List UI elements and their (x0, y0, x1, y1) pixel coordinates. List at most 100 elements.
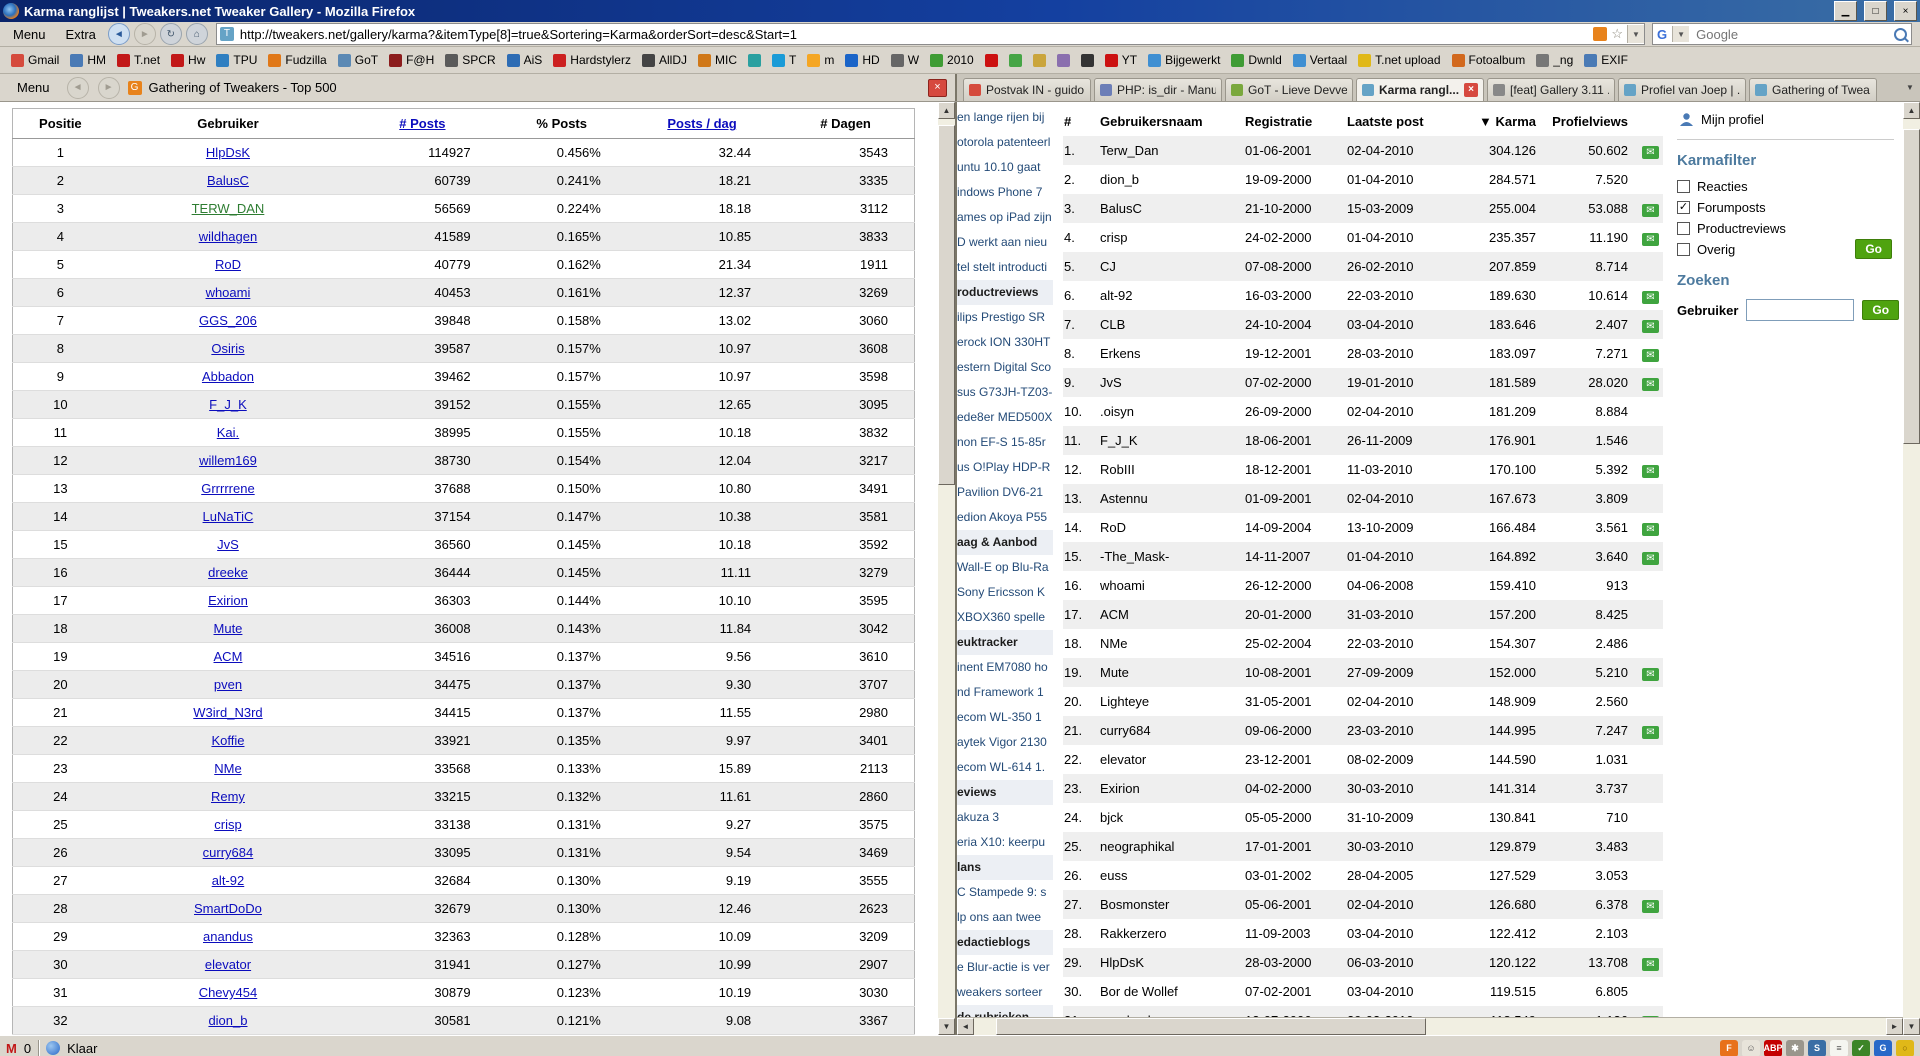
news-link[interactable]: estern Digital Sco (957, 355, 1053, 380)
popup-close-button[interactable]: × (928, 78, 947, 97)
news-link[interactable]: eria X10: keerpu (957, 830, 1053, 855)
checkbox-forumposts[interactable]: ✓ (1677, 201, 1690, 214)
news-link[interactable]: ecom WL-614 1. (957, 755, 1053, 780)
user-link[interactable]: F_J_K (209, 397, 247, 412)
news-link[interactable]: C Stampede 9: s (957, 880, 1053, 905)
mail-icon[interactable]: ✉ (1642, 551, 1659, 565)
mail-icon[interactable]: ✉ (1642, 232, 1659, 246)
mail-icon[interactable]: ✉ (1642, 957, 1659, 971)
bookmark-item[interactable]: Gmail (6, 51, 64, 69)
news-link[interactable]: non EF-S 15-85r (957, 430, 1053, 455)
hscroll-track[interactable] (974, 1018, 1886, 1035)
bookmark-item[interactable]: HM (65, 51, 111, 69)
news-link[interactable]: untu 10.10 gaat (957, 155, 1053, 180)
mail-icon[interactable]: ✉ (1642, 667, 1659, 681)
maximize-button[interactable]: □ (1864, 1, 1887, 21)
bookmark-item[interactable]: Fotoalbum (1447, 51, 1531, 69)
main-scrollbar[interactable]: ▲ ▼ (1903, 102, 1920, 1035)
user-link[interactable]: LuNaTiC (203, 509, 254, 524)
menu-menu[interactable]: Menu (4, 25, 55, 44)
user-link[interactable]: dion_b (208, 1013, 247, 1028)
user-link[interactable]: SmartDoDo (194, 901, 262, 916)
tab[interactable]: Profiel van Joep | ... (1618, 78, 1746, 101)
news-link[interactable]: weakers sorteer (957, 980, 1053, 1005)
tab[interactable]: GoT - Lieve Devver... (1225, 78, 1353, 101)
user-link[interactable]: Osiris (211, 341, 244, 356)
user-link[interactable]: curry684 (203, 845, 254, 860)
reload-button[interactable]: ↻ (159, 23, 182, 45)
tab[interactable]: PHP: is_dir - Manual (1094, 78, 1222, 101)
checkbox-reacties[interactable] (1677, 180, 1690, 193)
bookmark-item[interactable]: _ng (1531, 51, 1578, 69)
gmail-notifier-icon[interactable]: M (6, 1041, 17, 1056)
bookmark-item[interactable]: Fudzilla (263, 51, 331, 69)
scroll-right-button[interactable]: ► (1886, 1018, 1903, 1035)
mail-icon[interactable]: ✉ (1642, 522, 1659, 536)
google-logo-icon[interactable]: G (1657, 27, 1667, 42)
popup-scroll-track[interactable] (938, 119, 955, 1018)
news-link[interactable]: inent EM7080 ho (957, 655, 1053, 680)
news-link[interactable]: D werkt aan nieu (957, 230, 1053, 255)
back-button[interactable]: ◄ (107, 23, 130, 45)
news-link[interactable]: otorola patenteerl (957, 130, 1053, 155)
globe-icon[interactable]: G (1874, 1039, 1892, 1056)
user-link[interactable]: W3ird_N3rd (193, 705, 262, 720)
checkbox-productreviews[interactable] (1677, 222, 1690, 235)
user-link[interactable]: JvS (217, 537, 239, 552)
user-link[interactable]: GGS_206 (199, 313, 257, 328)
popup-menu[interactable]: Menu (8, 78, 59, 97)
user-link[interactable]: elevator (205, 957, 251, 972)
news-link[interactable]: aytek Vigor 2130 (957, 730, 1053, 755)
scroll-left-button[interactable]: ◄ (957, 1018, 974, 1035)
page-icon[interactable]: ≡ (1830, 1039, 1848, 1056)
main-scroll-track[interactable] (1903, 119, 1920, 1018)
bookmark-item[interactable]: EXIF (1579, 51, 1633, 69)
popup-scrollbar[interactable]: ▲ ▼ (938, 102, 955, 1035)
bookmark-item[interactable]: Bijgewerkt (1143, 51, 1225, 69)
url-input[interactable] (237, 25, 1590, 43)
gear-icon[interactable]: ✱ (1786, 1039, 1804, 1056)
wot-icon[interactable]: ○ (1896, 1039, 1914, 1056)
tab-close-button[interactable]: × (1464, 83, 1478, 97)
bookmark-item[interactable]: Dwnld (1226, 51, 1286, 69)
user-link[interactable]: pven (214, 677, 242, 692)
news-link[interactable]: ecom WL-350 1 (957, 705, 1053, 730)
bookmark-item[interactable]: SPCR (440, 51, 500, 69)
mail-icon[interactable]: ✉ (1642, 377, 1659, 391)
news-link[interactable]: sus G73JH-TZ03- (957, 380, 1053, 405)
forward-button[interactable]: ► (133, 23, 156, 45)
user-link[interactable]: Abbadon (202, 369, 254, 384)
bookmark-item[interactable]: AllDJ (637, 51, 692, 69)
close-button[interactable]: × (1894, 1, 1917, 21)
checkbox-overig[interactable] (1677, 243, 1690, 256)
user-link[interactable]: Koffie (211, 733, 244, 748)
mail-icon[interactable]: ✉ (1642, 899, 1659, 913)
news-link[interactable]: XBOX360 spelle (957, 605, 1053, 630)
mail-icon[interactable]: ✉ (1642, 464, 1659, 478)
user-link[interactable]: HlpDsK (206, 145, 250, 160)
bookmark-item[interactable]: T (767, 51, 801, 69)
news-link[interactable]: erock ION 330HT (957, 330, 1053, 355)
scroll-down-button[interactable]: ▼ (938, 1018, 955, 1035)
bookmark-item[interactable]: T.net (112, 51, 165, 69)
mail-icon[interactable]: ✉ (1642, 203, 1659, 217)
gebruiker-input[interactable] (1746, 299, 1855, 321)
user-link[interactable]: Exirion (208, 593, 248, 608)
bookmark-item[interactable]: m (802, 51, 839, 69)
user-link[interactable]: alt-92 (212, 873, 245, 888)
user-link[interactable]: wildhagen (199, 229, 258, 244)
main-scroll-up-button[interactable]: ▲ (1903, 102, 1920, 119)
scroll-up-button[interactable]: ▲ (938, 102, 955, 119)
bookmark-star-icon[interactable]: ☆ (1611, 27, 1623, 41)
stylish-icon[interactable]: S (1808, 1039, 1826, 1056)
bookmark-item[interactable] (1028, 52, 1051, 69)
popup-scroll-thumb[interactable] (938, 125, 955, 485)
horizontal-scrollbar[interactable]: ◄ ► (957, 1017, 1903, 1035)
main-scroll-thumb[interactable] (1903, 129, 1920, 444)
user-link[interactable]: Grrrrrene (201, 481, 254, 496)
bookmark-item[interactable]: MIC (693, 51, 742, 69)
user-link[interactable]: Kai. (217, 425, 239, 440)
news-link[interactable]: us O!Play HDP-R (957, 455, 1053, 480)
bookmark-item[interactable]: AiS (502, 51, 548, 69)
search-icon[interactable] (1894, 27, 1907, 41)
